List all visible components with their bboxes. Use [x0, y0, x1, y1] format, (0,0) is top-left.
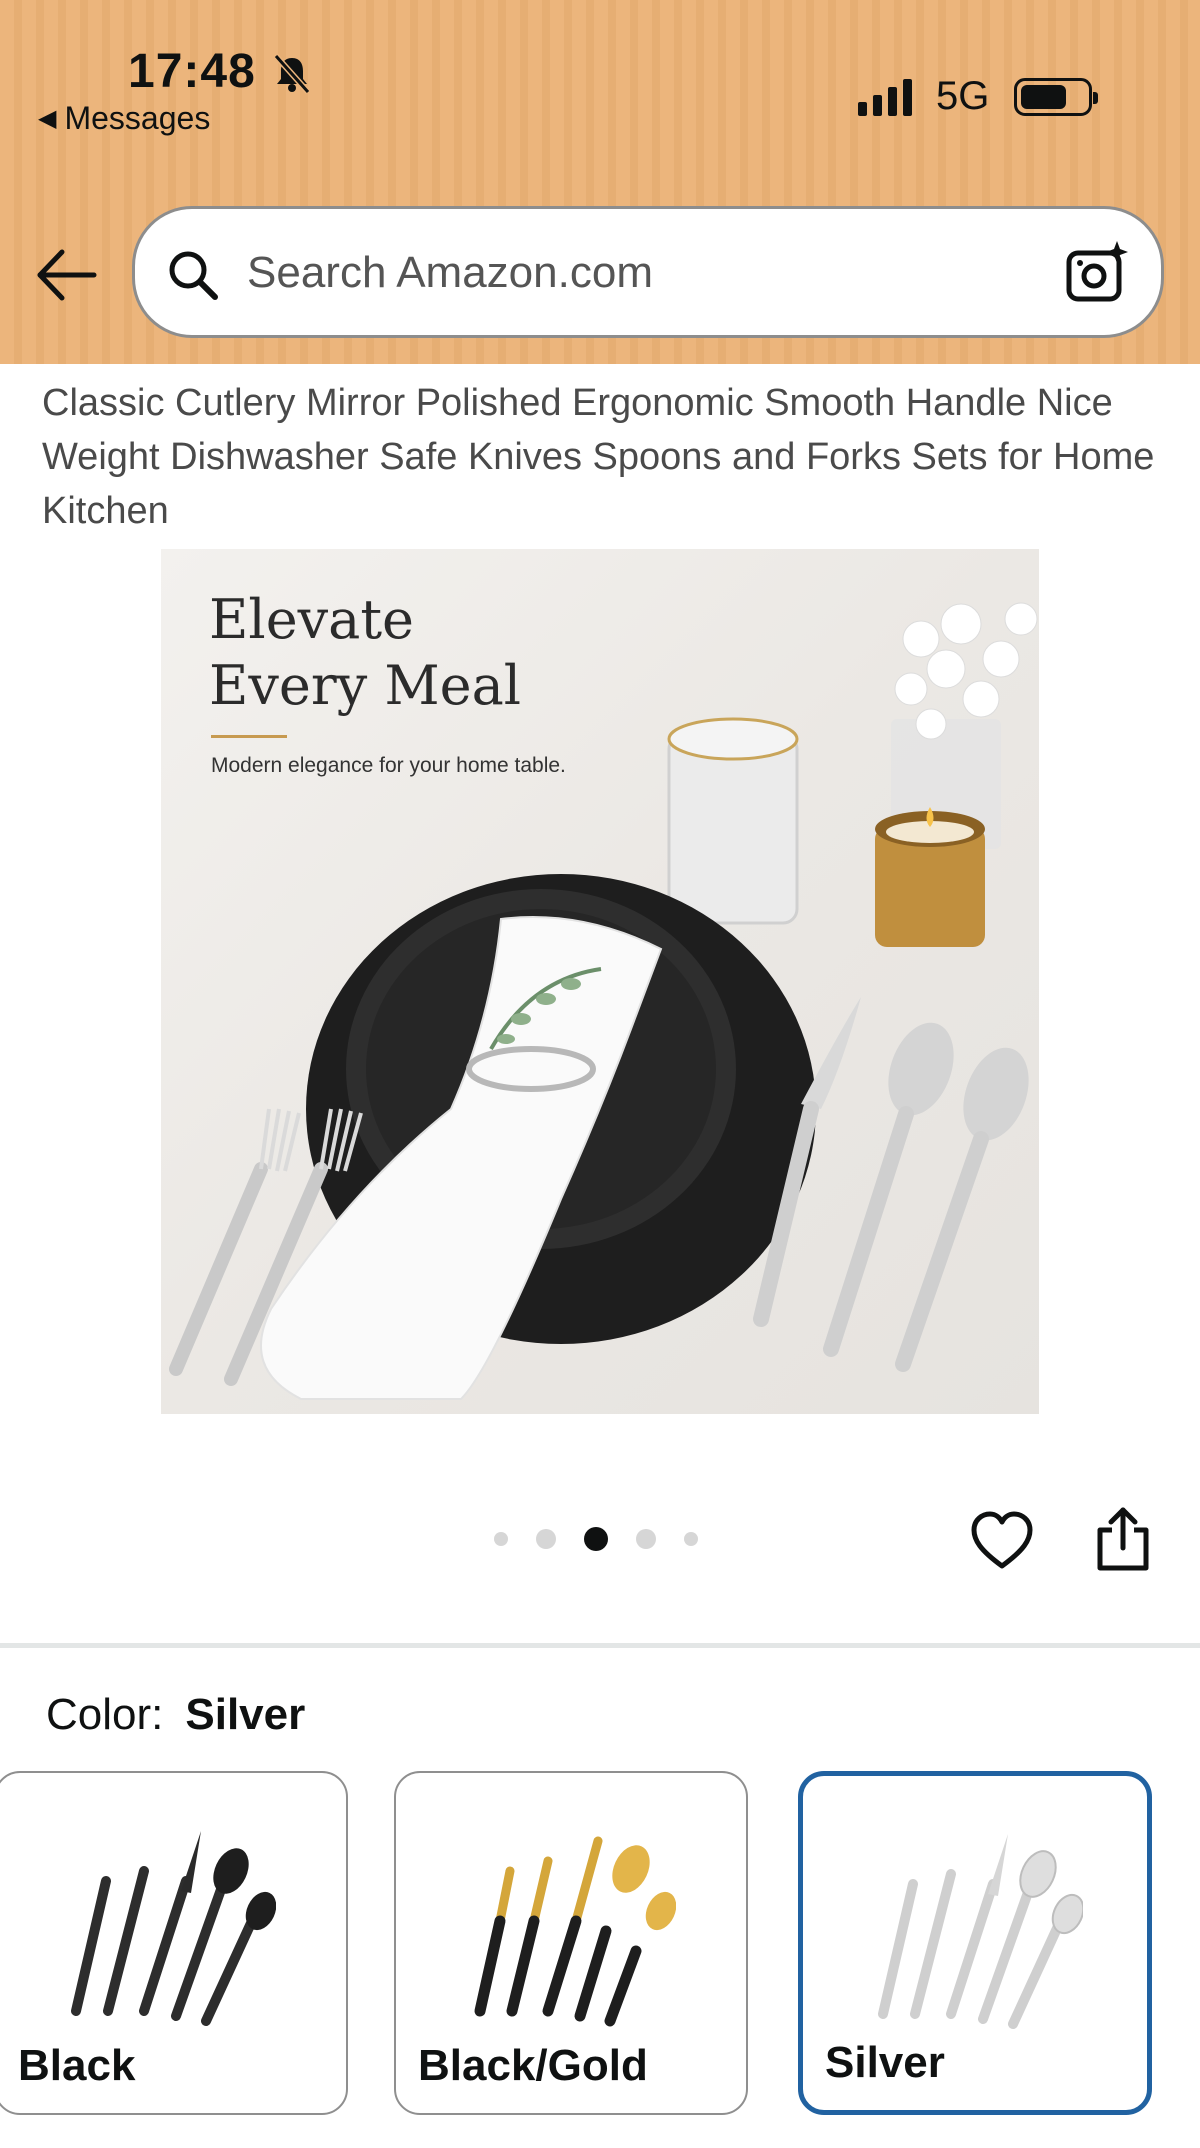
camera-search-icon[interactable]: [1065, 239, 1131, 305]
black-gold-cutlery-thumbnail: [474, 1836, 676, 2027]
search-icon: [169, 251, 218, 300]
back-to-messages[interactable]: ◀ Messages: [38, 100, 210, 137]
color-option-label: Silver: [825, 2038, 945, 2087]
carousel-dot[interactable]: [636, 1529, 656, 1549]
color-option-black[interactable]: Black: [0, 1771, 348, 2115]
hero-headline-line2: Every Meal: [209, 654, 522, 717]
hero-rule: [211, 735, 287, 738]
network-type: 5G: [936, 74, 990, 118]
product-image[interactable]: Elevate Every Meal Modern elegance for y…: [161, 549, 1039, 1414]
bell-muted-icon: [273, 54, 311, 94]
carousel-dot-active[interactable]: [584, 1527, 608, 1551]
search-bar[interactable]: [132, 206, 1164, 338]
back-arrow-icon[interactable]: [34, 246, 98, 304]
back-app-label: Messages: [64, 100, 211, 136]
silver-cutlery-thumbnail: [878, 1834, 1083, 2029]
section-divider: [0, 1643, 1200, 1648]
hero-headline-line1: Elevate: [209, 588, 415, 651]
carousel-dot[interactable]: [684, 1532, 698, 1546]
hero-tagline: Modern elegance for your home table.: [211, 754, 566, 777]
color-option-label: Black/Gold: [418, 2041, 648, 2090]
share-icon[interactable]: [1094, 1506, 1152, 1572]
heart-icon[interactable]: [970, 1510, 1034, 1572]
color-selected-value: Silver: [185, 1690, 306, 1739]
black-cutlery-thumbnail: [71, 1831, 276, 2026]
carousel-dot[interactable]: [494, 1532, 508, 1546]
color-option-silver[interactable]: Silver: [798, 1771, 1152, 2115]
search-input[interactable]: [247, 243, 1047, 303]
hero-headline: Elevate Every Meal: [209, 587, 709, 719]
back-triangle-icon: ◀: [38, 105, 57, 132]
carousel-dots: [494, 1527, 698, 1551]
color-option-black-gold[interactable]: Black/Gold: [394, 1771, 748, 2115]
battery-icon: [1014, 78, 1098, 116]
carousel-dot[interactable]: [536, 1529, 556, 1549]
product-title: Classic Cutlery Mirror Polished Ergonomi…: [42, 382, 1155, 532]
app-header: 17:48 ◀ Messages 5G: [0, 0, 1200, 364]
color-selection-label: Color: Silver: [46, 1690, 305, 1740]
color-option-label: Black: [18, 2041, 136, 2090]
status-time: 17:48: [128, 45, 256, 98]
color-label: Color:: [46, 1690, 164, 1739]
cellular-signal-icon: [858, 76, 912, 116]
